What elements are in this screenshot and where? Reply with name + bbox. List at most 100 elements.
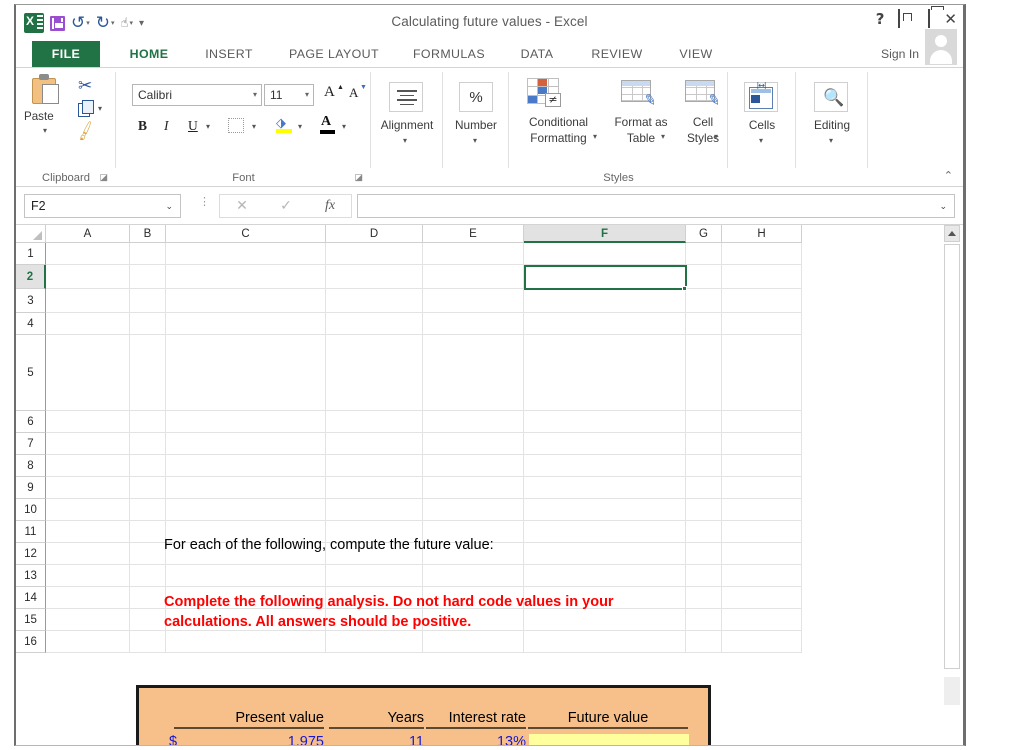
cell-A10[interactable]	[46, 499, 130, 521]
cell-E10[interactable]	[423, 499, 524, 521]
column-header-f[interactable]: F	[524, 225, 686, 243]
cell-A11[interactable]	[46, 521, 130, 543]
cell-D3[interactable]	[326, 289, 423, 313]
cell-H10[interactable]	[722, 499, 802, 521]
row-header-14[interactable]: 14	[16, 587, 46, 609]
enter-formula-icon[interactable]: ✓	[264, 195, 308, 217]
cell-F6[interactable]	[524, 411, 686, 433]
cell-F5[interactable]	[524, 335, 686, 411]
number-dropdown-caret-icon[interactable]: ▾	[473, 136, 477, 145]
cell-C3[interactable]	[166, 289, 326, 313]
cell-E9[interactable]	[423, 477, 524, 499]
cell-H5[interactable]	[722, 335, 802, 411]
cell-G7[interactable]	[686, 433, 722, 455]
row-header-7[interactable]: 7	[16, 433, 46, 455]
cell-C6[interactable]	[166, 411, 326, 433]
cell-B6[interactable]	[130, 411, 166, 433]
cell-D16[interactable]	[326, 631, 423, 653]
cell-H15[interactable]	[722, 609, 802, 631]
fill-color-dropdown-caret-icon[interactable]: ▾	[298, 122, 302, 131]
cell-H1[interactable]	[722, 243, 802, 265]
tab-review[interactable]: REVIEW	[574, 41, 660, 67]
cell-styles-icon[interactable]: ✎	[685, 80, 719, 106]
cell-F2[interactable]	[524, 265, 686, 289]
row-header-10[interactable]: 10	[16, 499, 46, 521]
column-header-g[interactable]: G	[686, 225, 722, 243]
cell-D1[interactable]	[326, 243, 423, 265]
cell-E4[interactable]	[423, 313, 524, 335]
name-box[interactable]: F2⌄	[24, 194, 181, 218]
cell-F10[interactable]	[524, 499, 686, 521]
row-header-11[interactable]: 11	[16, 521, 46, 543]
cell-C1[interactable]	[166, 243, 326, 265]
cell-H16[interactable]	[722, 631, 802, 653]
cell-styles-caret-icon[interactable]: ▾	[714, 132, 718, 141]
row-header-2[interactable]: 2	[16, 265, 46, 289]
cell-B2[interactable]	[130, 265, 166, 289]
row-header-13[interactable]: 13	[16, 565, 46, 587]
cell-B3[interactable]	[130, 289, 166, 313]
bold-icon[interactable]: B	[138, 118, 147, 134]
tab-view[interactable]: VIEW	[660, 41, 732, 67]
clipboard-dialog-launcher[interactable]: ◪	[99, 172, 108, 183]
cell-D2[interactable]	[326, 265, 423, 289]
cell-C16[interactable]	[166, 631, 326, 653]
cancel-formula-icon[interactable]: ✕	[220, 195, 264, 217]
cell-C10[interactable]	[166, 499, 326, 521]
cell-F12[interactable]	[524, 543, 686, 565]
cell-H4[interactable]	[722, 313, 802, 335]
cell-A4[interactable]	[46, 313, 130, 335]
cell-C9[interactable]	[166, 477, 326, 499]
italic-icon[interactable]: I	[164, 118, 169, 134]
cell-H13[interactable]	[722, 565, 802, 587]
cell-E16[interactable]	[423, 631, 524, 653]
cell-F13[interactable]	[524, 565, 686, 587]
font-dialog-launcher[interactable]: ◪	[354, 172, 363, 183]
underline-icon[interactable]: U	[188, 118, 198, 134]
cell-G11[interactable]	[686, 521, 722, 543]
row-header-5[interactable]: 5	[16, 335, 46, 411]
cell-E2[interactable]	[423, 265, 524, 289]
cell-G1[interactable]	[686, 243, 722, 265]
cell-G3[interactable]	[686, 289, 722, 313]
alignment-icon[interactable]	[389, 82, 423, 112]
scroll-down-area[interactable]	[944, 677, 960, 705]
cell-A12[interactable]	[46, 543, 130, 565]
borders-icon[interactable]	[228, 118, 244, 133]
editing-label[interactable]: Editing	[796, 118, 868, 132]
cell-C5[interactable]	[166, 335, 326, 411]
cell-A2[interactable]	[46, 265, 130, 289]
format-as-table-caret-icon[interactable]: ▾	[661, 132, 665, 141]
expand-formula-bar-icon[interactable]: ⌄	[939, 195, 947, 217]
cell-D6[interactable]	[326, 411, 423, 433]
row-header-12[interactable]: 12	[16, 543, 46, 565]
cell-B13[interactable]	[130, 565, 166, 587]
cell-D10[interactable]	[326, 499, 423, 521]
format-as-table-label[interactable]: Format as Table	[605, 114, 677, 146]
cell-B16[interactable]	[130, 631, 166, 653]
column-header-e[interactable]: E	[423, 225, 524, 243]
tab-insert[interactable]: INSERT	[188, 41, 270, 67]
cell-B12[interactable]	[130, 543, 166, 565]
cell-G4[interactable]	[686, 313, 722, 335]
column-header-a[interactable]: A	[46, 225, 130, 243]
cell-H9[interactable]	[722, 477, 802, 499]
alignment-dropdown-caret-icon[interactable]: ▾	[403, 136, 407, 145]
cell-G12[interactable]	[686, 543, 722, 565]
font-size-combo[interactable]: 11▾	[264, 84, 314, 106]
cell-C13[interactable]	[166, 565, 326, 587]
row-header-1[interactable]: 1	[16, 243, 46, 265]
name-box-caret-icon[interactable]: ⌄	[165, 195, 173, 217]
cut-icon[interactable]: ✂	[78, 76, 92, 96]
cell-A1[interactable]	[46, 243, 130, 265]
cell-G10[interactable]	[686, 499, 722, 521]
cells-dropdown-caret-icon[interactable]: ▾	[759, 136, 763, 145]
font-color-icon[interactable]: A	[320, 116, 336, 134]
column-header-b[interactable]: B	[130, 225, 166, 243]
cell-D7[interactable]	[326, 433, 423, 455]
tab-data[interactable]: DATA	[500, 41, 574, 67]
scroll-up-button[interactable]	[944, 225, 960, 242]
cell-A8[interactable]	[46, 455, 130, 477]
format-painter-icon[interactable]: 🖌	[73, 119, 97, 142]
cell-E6[interactable]	[423, 411, 524, 433]
